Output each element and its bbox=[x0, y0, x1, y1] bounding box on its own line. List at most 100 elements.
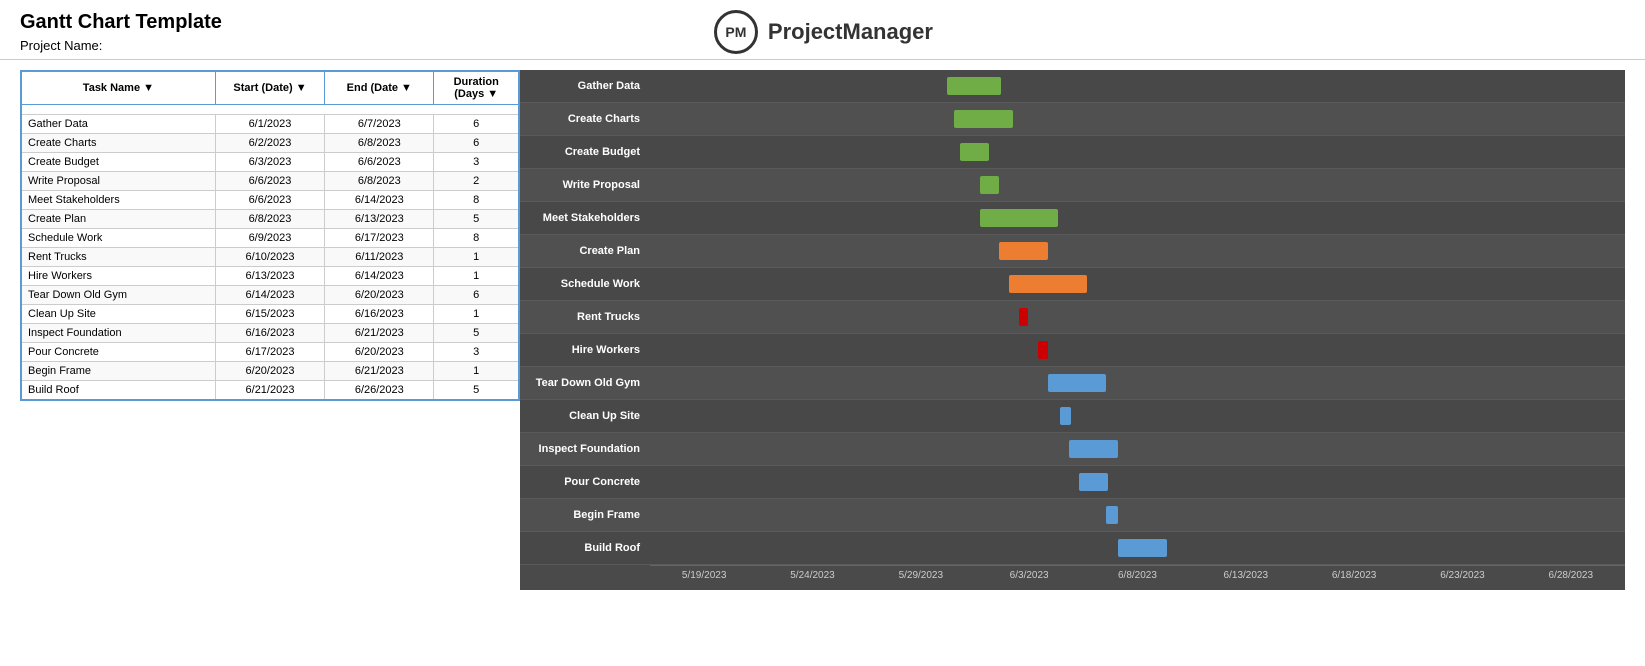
table-row: Tear Down Old Gym 6/14/2023 6/20/2023 6 bbox=[21, 286, 519, 305]
task-start: 6/2/2023 bbox=[215, 134, 324, 153]
gantt-row: Create Plan bbox=[520, 235, 1625, 268]
gantt-task-label: Tear Down Old Gym bbox=[520, 377, 650, 389]
task-name: Build Roof bbox=[21, 381, 215, 401]
gantt-bar bbox=[1019, 308, 1029, 326]
task-end: 6/7/2023 bbox=[325, 115, 434, 134]
axis-date-label: 6/3/2023 bbox=[975, 566, 1083, 585]
task-duration: 6 bbox=[434, 115, 519, 134]
task-start: 6/8/2023 bbox=[215, 210, 324, 229]
task-end: 6/13/2023 bbox=[325, 210, 434, 229]
gantt-table: Task Name ▼ Start (Date) ▼ End (Date ▼ D… bbox=[20, 70, 520, 401]
task-start: 6/13/2023 bbox=[215, 267, 324, 286]
gantt-bar bbox=[1009, 275, 1087, 293]
task-start: 6/3/2023 bbox=[215, 153, 324, 172]
gantt-row: Write Proposal bbox=[520, 169, 1625, 202]
gantt-row: Rent Trucks bbox=[520, 301, 1625, 334]
task-start: 6/6/2023 bbox=[215, 191, 324, 210]
table-row: Begin Frame 6/20/2023 6/21/2023 1 bbox=[21, 362, 519, 381]
gantt-bar bbox=[954, 110, 1013, 128]
task-duration: 5 bbox=[434, 324, 519, 343]
gantt-bar bbox=[980, 176, 1000, 194]
gantt-task-label: Rent Trucks bbox=[520, 311, 650, 323]
gantt-task-label: Create Charts bbox=[520, 113, 650, 125]
col-header-duration[interactable]: Duration (Days ▼ bbox=[434, 71, 519, 105]
task-start: 6/21/2023 bbox=[215, 381, 324, 401]
gantt-bar bbox=[980, 209, 1058, 227]
brand-name: ProjectManager bbox=[768, 19, 933, 45]
task-end: 6/17/2023 bbox=[325, 229, 434, 248]
gantt-task-label: Hire Workers bbox=[520, 344, 650, 356]
task-start: 6/6/2023 bbox=[215, 172, 324, 191]
table-row: Meet Stakeholders 6/6/2023 6/14/2023 8 bbox=[21, 191, 519, 210]
task-name: Meet Stakeholders bbox=[21, 191, 215, 210]
gantt-row: Meet Stakeholders bbox=[520, 202, 1625, 235]
axis-date-label: 6/23/2023 bbox=[1408, 566, 1516, 585]
gantt-row: Clean Up Site bbox=[520, 400, 1625, 433]
task-name: Create Plan bbox=[21, 210, 215, 229]
table-row: Inspect Foundation 6/16/2023 6/21/2023 5 bbox=[21, 324, 519, 343]
gantt-row: Build Roof bbox=[520, 532, 1625, 565]
task-end: 6/21/2023 bbox=[325, 362, 434, 381]
table-row: Create Budget 6/3/2023 6/6/2023 3 bbox=[21, 153, 519, 172]
task-end: 6/14/2023 bbox=[325, 267, 434, 286]
task-duration: 5 bbox=[434, 381, 519, 401]
col-header-end[interactable]: End (Date ▼ bbox=[325, 71, 434, 105]
task-duration: 1 bbox=[434, 305, 519, 324]
main-content: Task Name ▼ Start (Date) ▼ End (Date ▼ D… bbox=[0, 60, 1645, 600]
gantt-bar-area bbox=[650, 70, 1625, 103]
gantt-task-label: Create Budget bbox=[520, 146, 650, 158]
task-duration: 8 bbox=[434, 191, 519, 210]
gantt-bar-area bbox=[650, 499, 1625, 532]
task-start: 6/15/2023 bbox=[215, 305, 324, 324]
axis-date-label: 5/29/2023 bbox=[867, 566, 975, 585]
table-row: Create Plan 6/8/2023 6/13/2023 5 bbox=[21, 210, 519, 229]
task-end: 6/14/2023 bbox=[325, 191, 434, 210]
gantt-bar-area bbox=[650, 367, 1625, 400]
gantt-task-label: Create Plan bbox=[520, 245, 650, 257]
col-header-start[interactable]: Start (Date) ▼ bbox=[215, 71, 324, 105]
axis-date-label: 5/24/2023 bbox=[758, 566, 866, 585]
gantt-bar bbox=[960, 143, 989, 161]
gantt-task-label: Write Proposal bbox=[520, 179, 650, 191]
header: Gantt Chart Template Project Name: PM Pr… bbox=[0, 0, 1645, 60]
task-start: 6/10/2023 bbox=[215, 248, 324, 267]
gantt-row: Inspect Foundation bbox=[520, 433, 1625, 466]
gantt-bar-area bbox=[650, 466, 1625, 499]
task-duration: 1 bbox=[434, 248, 519, 267]
table-row: Schedule Work 6/9/2023 6/17/2023 8 bbox=[21, 229, 519, 248]
gantt-task-label: Meet Stakeholders bbox=[520, 212, 650, 224]
brand-logo: PM ProjectManager bbox=[714, 10, 933, 54]
gantt-task-label: Inspect Foundation bbox=[520, 443, 650, 455]
task-duration: 8 bbox=[434, 229, 519, 248]
axis-date-label: 6/8/2023 bbox=[1083, 566, 1191, 585]
gantt-bar bbox=[1048, 374, 1107, 392]
task-name: Pour Concrete bbox=[21, 343, 215, 362]
gantt-row: Schedule Work bbox=[520, 268, 1625, 301]
gantt-bar-area bbox=[650, 268, 1625, 301]
table-row: Gather Data 6/1/2023 6/7/2023 6 bbox=[21, 115, 519, 134]
gantt-task-label: Gather Data bbox=[520, 80, 650, 92]
table-row: Build Roof 6/21/2023 6/26/2023 5 bbox=[21, 381, 519, 401]
table-row: Hire Workers 6/13/2023 6/14/2023 1 bbox=[21, 267, 519, 286]
gantt-bar bbox=[1038, 341, 1048, 359]
gantt-row: Gather Data bbox=[520, 70, 1625, 103]
task-end: 6/8/2023 bbox=[325, 134, 434, 153]
page: Gantt Chart Template Project Name: PM Pr… bbox=[0, 0, 1645, 666]
task-end: 6/8/2023 bbox=[325, 172, 434, 191]
col-header-task[interactable]: Task Name ▼ bbox=[21, 71, 215, 105]
gantt-bar-area bbox=[650, 202, 1625, 235]
task-duration: 6 bbox=[434, 286, 519, 305]
gantt-bar bbox=[1079, 473, 1108, 491]
gantt-bar bbox=[1069, 440, 1118, 458]
page-title: Gantt Chart Template bbox=[20, 11, 222, 34]
gantt-row: Create Budget bbox=[520, 136, 1625, 169]
task-end: 6/16/2023 bbox=[325, 305, 434, 324]
task-start: 6/16/2023 bbox=[215, 324, 324, 343]
gantt-row: Create Charts bbox=[520, 103, 1625, 136]
table-row: Create Charts 6/2/2023 6/8/2023 6 bbox=[21, 134, 519, 153]
gantt-bar-area bbox=[650, 136, 1625, 169]
task-duration: 1 bbox=[434, 267, 519, 286]
header-left: Gantt Chart Template Project Name: bbox=[20, 11, 222, 53]
task-duration: 5 bbox=[434, 210, 519, 229]
task-name: Rent Trucks bbox=[21, 248, 215, 267]
